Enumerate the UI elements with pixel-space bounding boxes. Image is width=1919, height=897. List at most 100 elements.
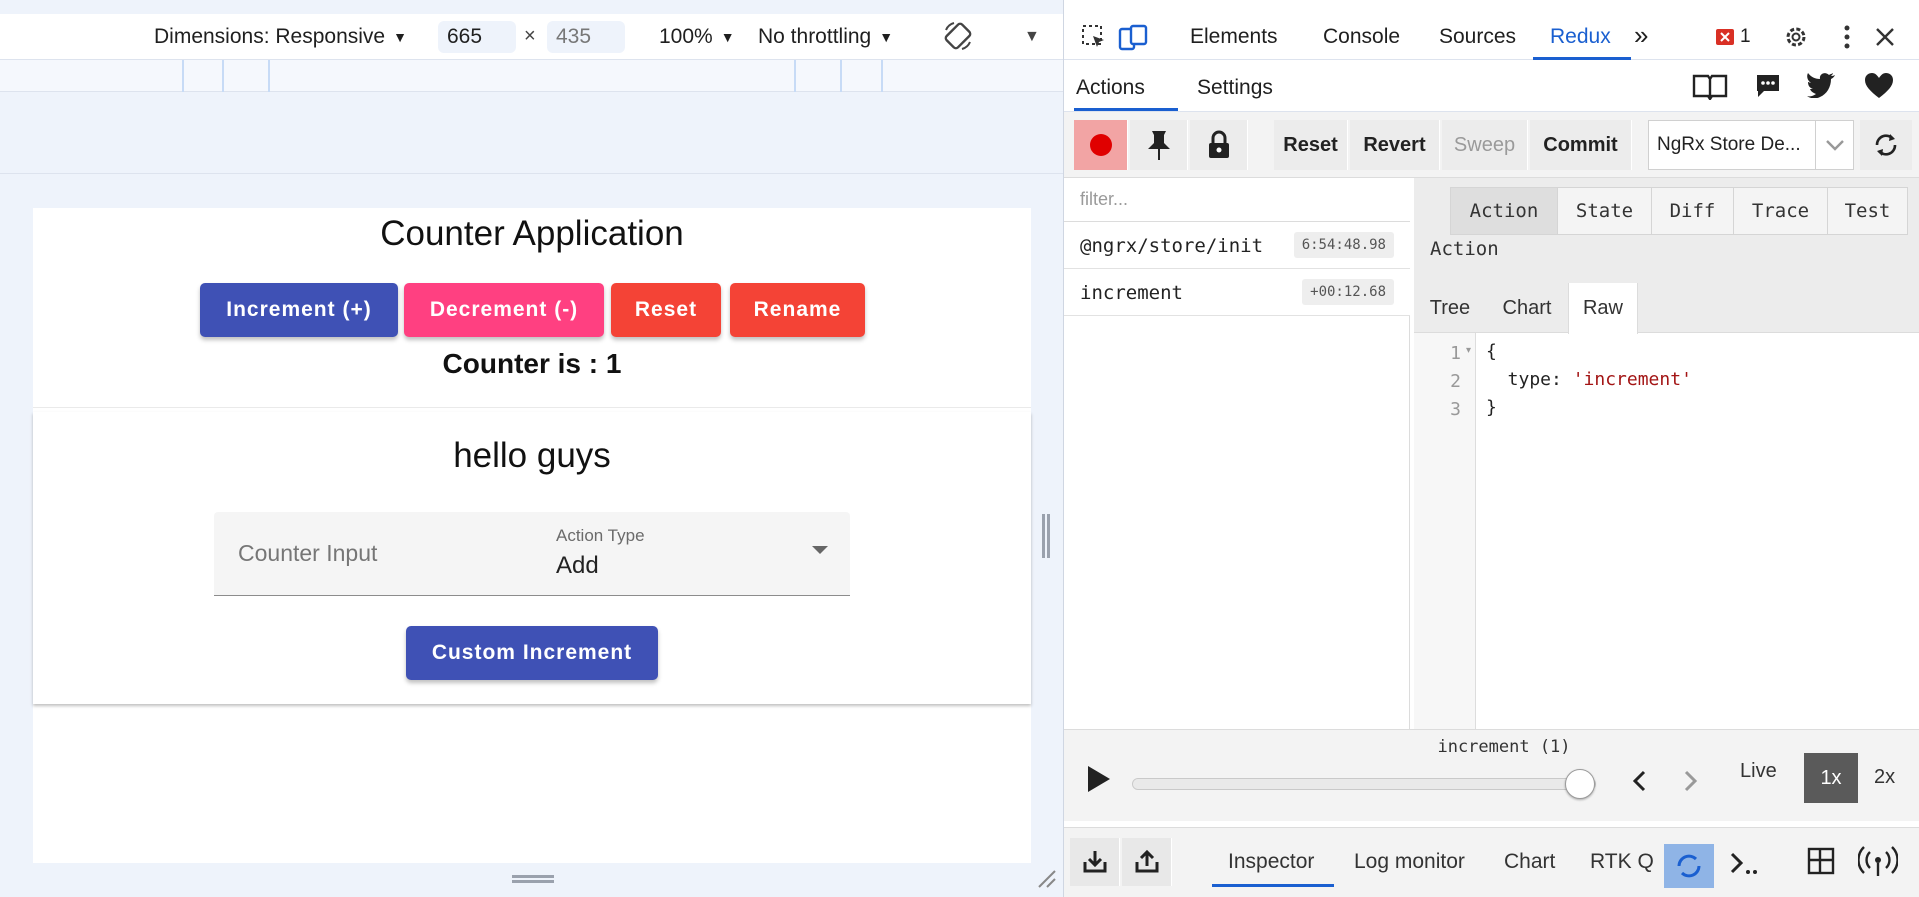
tab-state[interactable]: State [1558, 187, 1652, 235]
import-button[interactable] [1070, 838, 1120, 886]
view-tab-raw[interactable]: Raw [1568, 283, 1638, 334]
tab-test[interactable]: Test [1828, 187, 1908, 235]
kebab-menu-icon[interactable] [1842, 24, 1852, 50]
view-tab-chart[interactable]: Chart [1486, 283, 1568, 333]
line-number: 2 [1450, 371, 1461, 392]
code-line: } [1486, 397, 1497, 418]
card-title: hello guys [453, 436, 611, 475]
tab-redux[interactable]: Redux [1550, 25, 1611, 49]
media-query-ruler [0, 60, 1063, 92]
settings-gear-icon[interactable] [1782, 23, 1810, 51]
step-back-icon[interactable] [1628, 766, 1652, 796]
monitor-tab-chart[interactable]: Chart [1504, 850, 1555, 874]
throttling-dropdown[interactable]: No throttling ▼ [758, 25, 893, 49]
zoom-dropdown[interactable]: 100% ▼ [659, 25, 735, 49]
monitor-tab-inspector[interactable]: Inspector [1228, 850, 1314, 874]
corner-resize-icon[interactable] [1036, 868, 1056, 888]
action-type-select[interactable]: Action Type Add [532, 512, 850, 595]
tab-diff[interactable]: Diff [1652, 187, 1734, 235]
record-button[interactable] [1074, 120, 1128, 170]
code-key: type: [1486, 369, 1573, 390]
tab-trace[interactable]: Trace [1734, 187, 1828, 235]
docs-book-icon[interactable] [1692, 72, 1728, 100]
viewport-margin [0, 92, 1063, 174]
close-icon[interactable] [1874, 26, 1896, 48]
more-tabs-icon[interactable]: » [1634, 20, 1648, 51]
monitor-tab-rtk-query[interactable]: RTK Q [1590, 850, 1654, 874]
heart-icon[interactable] [1864, 72, 1894, 100]
persist-button[interactable] [1130, 120, 1188, 170]
rename-button[interactable]: Rename [730, 283, 865, 337]
subtab-actions[interactable]: Actions [1076, 76, 1145, 100]
action-filter-input[interactable] [1064, 178, 1410, 222]
ruler-tick [268, 60, 270, 92]
step-forward-icon[interactable] [1678, 766, 1702, 796]
commit-button[interactable]: Commit [1530, 120, 1632, 170]
emulated-viewport: Counter Application Increment (+) Decrem… [33, 208, 1031, 863]
speed-2x-button[interactable]: 2x [1874, 766, 1895, 789]
device-toolbar-icon[interactable] [1118, 23, 1148, 51]
feedback-chat-icon[interactable] [1754, 72, 1782, 100]
action-item[interactable]: increment +00:12.68 [1064, 269, 1410, 316]
rotate-icon[interactable] [942, 20, 974, 52]
error-count[interactable]: 1 [1740, 26, 1751, 48]
device-toolbar: Dimensions: Responsive ▼ 665 × 435 100% … [0, 14, 1063, 60]
more-options-icon[interactable]: ▼ [1024, 28, 1040, 46]
code-string: 'increment' [1572, 369, 1692, 390]
detail-tabbar: Action State Diff Trace Test [1450, 187, 1908, 235]
active-subtab-indicator [1074, 108, 1178, 111]
monitor-tab-log[interactable]: Log monitor [1354, 850, 1465, 874]
redux-subtabs: Actions Settings [1064, 60, 1919, 112]
increment-button[interactable]: Increment (+) [200, 283, 398, 337]
layout-panel-icon[interactable] [1806, 846, 1836, 876]
live-button[interactable]: Live [1740, 760, 1777, 783]
remote-broadcast-icon[interactable] [1858, 844, 1898, 878]
twitter-icon[interactable] [1806, 72, 1836, 98]
active-monitor-indicator [1212, 884, 1334, 887]
height-input[interactable]: 435 [547, 20, 625, 53]
speed-1x-button[interactable]: 1x [1804, 753, 1858, 803]
subtab-settings[interactable]: Settings [1197, 76, 1273, 100]
reset-action-button[interactable]: Reset [1274, 120, 1348, 170]
viewport-bottom-grip[interactable] [512, 875, 554, 885]
tab-action[interactable]: Action [1450, 187, 1558, 235]
device-emulation-area: Dimensions: Responsive ▼ 665 × 435 100% … [0, 0, 1063, 897]
reset-button[interactable]: Reset [611, 283, 721, 337]
store-instance-select[interactable]: NgRx Store De... [1648, 120, 1816, 170]
sync-button[interactable] [1860, 120, 1912, 170]
time-travel-slider: increment (1) Live 1x 2x [1064, 729, 1919, 821]
dimensions-dropdown[interactable]: Dimensions: Responsive ▼ [154, 25, 407, 49]
dispatcher-icon[interactable] [1662, 842, 1716, 890]
view-tab-tree[interactable]: Tree [1414, 283, 1486, 333]
slider-current-action: increment (1) [1437, 737, 1571, 757]
lock-icon [1208, 130, 1229, 158]
export-button[interactable] [1122, 838, 1172, 886]
page-title: Counter Application [380, 214, 684, 253]
terminal-icon[interactable] [1728, 848, 1762, 878]
store-select-toggle[interactable] [1816, 120, 1854, 170]
action-name: @ngrx/store/init [1080, 235, 1264, 257]
inspect-element-icon[interactable] [1080, 23, 1108, 51]
slider-fill [1133, 779, 1580, 789]
tab-console[interactable]: Console [1323, 25, 1400, 49]
revert-button[interactable]: Revert [1350, 120, 1440, 170]
action-item[interactable]: @ngrx/store/init 6:54:48.98 [1064, 222, 1410, 269]
error-badge-icon[interactable] [1716, 29, 1734, 45]
throttling-value: No throttling [758, 24, 872, 48]
decrement-button[interactable]: Decrement (-) [404, 283, 604, 337]
lock-button[interactable] [1190, 120, 1248, 170]
sweep-button[interactable]: Sweep [1442, 120, 1528, 170]
play-icon[interactable] [1088, 766, 1110, 792]
ruler-tick [182, 60, 184, 92]
tab-elements[interactable]: Elements [1190, 25, 1278, 49]
ruler-tick [881, 60, 883, 92]
tab-sources[interactable]: Sources [1439, 25, 1516, 49]
slider-thumb[interactable] [1565, 769, 1595, 799]
width-input[interactable]: 665 [438, 20, 516, 53]
fold-icon[interactable]: ▾ [1466, 345, 1471, 356]
viewport-resize-handle[interactable] [1042, 514, 1050, 558]
dimension-separator: × [524, 25, 536, 47]
counter-input[interactable] [214, 512, 532, 595]
slider-track[interactable] [1132, 769, 1596, 799]
custom-increment-button[interactable]: Custom Increment [406, 626, 658, 680]
